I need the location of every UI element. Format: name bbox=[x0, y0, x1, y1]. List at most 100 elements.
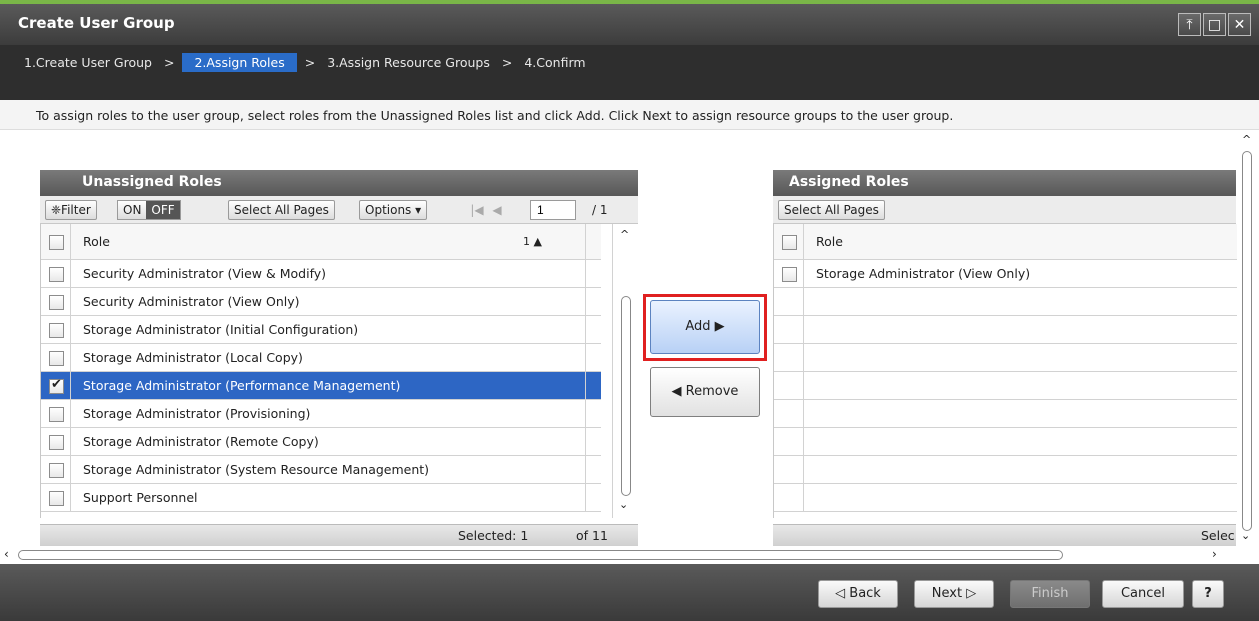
step-assign-resource-groups: 3.Assign Resource Groups bbox=[327, 55, 490, 70]
scroll-down-icon[interactable]: ⌄ bbox=[1241, 529, 1250, 542]
prev-page-icon[interactable]: ◀ bbox=[488, 200, 506, 220]
empty-row bbox=[774, 372, 1237, 400]
selected-count: Selected: 1 bbox=[458, 528, 529, 543]
unassigned-roles-title: Unassigned Roles bbox=[82, 174, 222, 190]
table-row[interactable]: Storage Administrator (Provisioning) bbox=[41, 400, 601, 428]
step-separator: > bbox=[163, 55, 175, 70]
role-name: Support Personnel bbox=[83, 490, 198, 505]
table-row[interactable]: Storage Administrator (View Only) bbox=[774, 260, 1237, 288]
page-hscroll-thumb[interactable] bbox=[18, 550, 1063, 560]
pin-icon[interactable]: ⤒ bbox=[1178, 13, 1201, 36]
role-name: Security Administrator (View Only) bbox=[83, 294, 300, 309]
window-title: Create User Group bbox=[18, 14, 175, 32]
row-checkbox[interactable] bbox=[49, 435, 64, 450]
page-vscroll[interactable]: ^ ⌄ bbox=[1236, 131, 1259, 546]
unassigned-vscroll-thumb[interactable] bbox=[621, 296, 631, 496]
row-checkbox[interactable] bbox=[49, 491, 64, 506]
empty-row bbox=[774, 428, 1237, 456]
assigned-select-all-pages-button[interactable]: Select All Pages bbox=[778, 200, 885, 220]
empty-row bbox=[774, 288, 1237, 316]
row-checkbox[interactable] bbox=[49, 295, 64, 310]
add-button[interactable]: Add ▶ bbox=[650, 300, 760, 354]
unassigned-roles-header: Unassigned Roles bbox=[40, 170, 638, 196]
filter-off-option[interactable]: OFF bbox=[146, 201, 180, 219]
role-name: Storage Administrator (Remote Copy) bbox=[83, 434, 319, 449]
table-row[interactable]: Storage Administrator (Remote Copy) bbox=[41, 428, 601, 456]
empty-row bbox=[774, 316, 1237, 344]
sort-indicator[interactable]: 1 ▲ bbox=[523, 235, 542, 248]
instructions-bar: To assign roles to the user group, selec… bbox=[0, 100, 1259, 130]
scroll-up-icon[interactable]: ^ bbox=[1242, 133, 1251, 146]
page-vscroll-thumb[interactable] bbox=[1242, 151, 1252, 531]
page-hscroll[interactable]: ‹ › bbox=[0, 546, 1259, 564]
assigned-toolbar: Select All Pages bbox=[773, 196, 1236, 224]
row-checkbox[interactable] bbox=[49, 351, 64, 366]
column-header-role[interactable]: Role bbox=[83, 234, 110, 249]
restore-icon[interactable]: □ bbox=[1203, 13, 1226, 36]
table-row[interactable]: Storage Administrator (Performance Manag… bbox=[41, 372, 601, 400]
empty-row bbox=[774, 484, 1237, 512]
row-checkbox[interactable] bbox=[49, 463, 64, 478]
filter-on-option[interactable]: ON bbox=[118, 201, 147, 219]
role-name: Storage Administrator (Performance Manag… bbox=[83, 378, 401, 393]
assigned-roles-header: Assigned Roles bbox=[773, 170, 1236, 196]
table-row[interactable]: Storage Administrator (Initial Configura… bbox=[41, 316, 601, 344]
cancel-button[interactable]: Cancel bbox=[1102, 580, 1184, 608]
empty-row bbox=[774, 400, 1237, 428]
step-create-user-group[interactable]: 1.Create User Group bbox=[20, 53, 156, 72]
window-controls: ⤒ □ ✕ bbox=[1178, 13, 1251, 36]
instructions-text: To assign roles to the user group, selec… bbox=[36, 108, 954, 123]
total-count: of 11 bbox=[576, 528, 608, 543]
options-dropdown[interactable]: Options ▾ bbox=[359, 200, 428, 220]
table-row[interactable]: Security Administrator (View Only) bbox=[41, 288, 601, 316]
unassigned-toolbar: ❈Filter ON OFF Select All Pages Options … bbox=[40, 196, 638, 224]
remove-button[interactable]: ◀ Remove bbox=[650, 367, 760, 417]
empty-row bbox=[774, 456, 1237, 484]
role-name: Storage Administrator (System Resource M… bbox=[83, 462, 430, 477]
role-name: Storage Administrator (View Only) bbox=[816, 266, 1031, 281]
table-row[interactable]: Storage Administrator (Local Copy) bbox=[41, 344, 601, 372]
first-page-icon[interactable]: |◀ bbox=[468, 200, 486, 220]
finish-button: Finish bbox=[1010, 580, 1090, 608]
filter-toggle[interactable]: ON OFF bbox=[117, 200, 181, 220]
step-assign-roles: 2.Assign Roles bbox=[182, 53, 297, 72]
row-checkbox[interactable] bbox=[49, 377, 64, 394]
filter-button[interactable]: ❈Filter bbox=[45, 200, 97, 220]
table-row[interactable]: Storage Administrator (System Resource M… bbox=[41, 456, 601, 484]
row-checkbox[interactable] bbox=[49, 267, 64, 282]
row-checkbox[interactable] bbox=[49, 407, 64, 422]
row-checkbox[interactable] bbox=[49, 323, 64, 338]
role-name: Storage Administrator (Initial Configura… bbox=[83, 322, 359, 337]
unassigned-footer: Selected: 1 of 11 bbox=[40, 524, 638, 546]
scroll-left-icon[interactable]: ‹ bbox=[4, 547, 9, 561]
step-separator: > bbox=[501, 55, 513, 70]
assigned-roles-title: Assigned Roles bbox=[789, 174, 909, 190]
step-separator: > bbox=[304, 55, 316, 70]
help-button[interactable]: ? bbox=[1192, 580, 1224, 608]
assigned-selected-count: Selec bbox=[1201, 528, 1235, 543]
grid-header-row: Role 1 ▲ bbox=[41, 224, 601, 260]
page-total: / 1 bbox=[592, 203, 608, 217]
page-number-input[interactable] bbox=[530, 200, 576, 220]
wizard-button-bar: ◁ Back Next ▷ Finish Cancel ? bbox=[0, 564, 1259, 621]
unassigned-vscroll[interactable]: ^ ⌄ bbox=[612, 224, 638, 518]
back-button[interactable]: ◁ Back bbox=[818, 580, 898, 608]
scroll-right-icon[interactable]: › bbox=[1212, 547, 1217, 561]
close-icon[interactable]: ✕ bbox=[1228, 13, 1251, 36]
wizard-steps: 1.Create User Group > 2.Assign Roles > 3… bbox=[0, 45, 1259, 100]
select-all-pages-button[interactable]: Select All Pages bbox=[228, 200, 335, 220]
assigned-footer: Selec bbox=[773, 524, 1236, 546]
unassigned-grid: Role 1 ▲ Security Administrator (View & … bbox=[40, 224, 601, 518]
scroll-up-icon[interactable]: ^ bbox=[620, 228, 629, 241]
role-name: Storage Administrator (Provisioning) bbox=[83, 406, 311, 421]
role-name: Storage Administrator (Local Copy) bbox=[83, 350, 303, 365]
assigned-column-header-role[interactable]: Role bbox=[816, 234, 843, 249]
assigned-select-all-checkbox[interactable] bbox=[782, 235, 797, 250]
row-checkbox[interactable] bbox=[782, 267, 797, 282]
select-all-checkbox[interactable] bbox=[49, 235, 64, 250]
table-row[interactable]: Security Administrator (View & Modify) bbox=[41, 260, 601, 288]
next-button[interactable]: Next ▷ bbox=[914, 580, 994, 608]
scroll-down-icon[interactable]: ⌄ bbox=[619, 498, 628, 511]
table-row[interactable]: Support Personnel bbox=[41, 484, 601, 512]
role-name: Security Administrator (View & Modify) bbox=[83, 266, 327, 281]
